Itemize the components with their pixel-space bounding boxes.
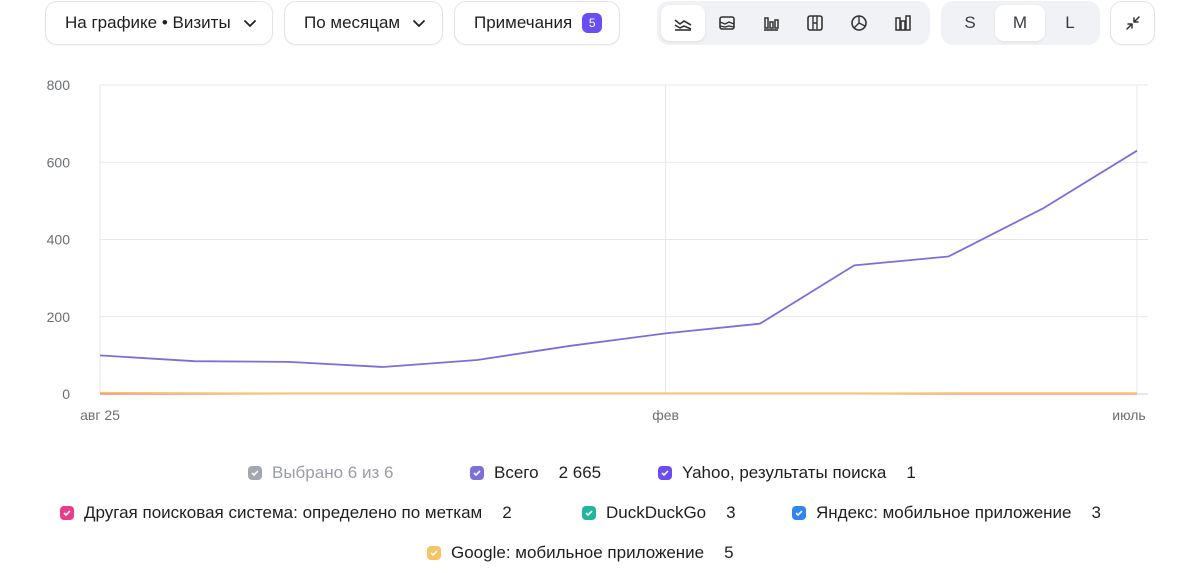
pie-chart-icon[interactable] [837, 5, 881, 41]
legend-item[interactable]: Яндекс: мобильное приложение 3 [792, 503, 1101, 523]
chevron-down-icon [413, 20, 426, 27]
collapse-icon [1125, 16, 1140, 30]
x-tick-label: фев [652, 407, 679, 423]
period-dropdown[interactable]: По месяцам [284, 1, 443, 45]
notes-label: Примечания [474, 13, 573, 32]
notes-button[interactable]: Примечания 5 [454, 1, 620, 45]
legend-count: 5 [724, 543, 734, 562]
legend-label: Yahoo, результаты поиска [682, 463, 887, 482]
stacked-area-icon[interactable] [705, 5, 749, 41]
notes-count-badge: 5 [582, 13, 603, 33]
chart-metric-label: На графике • Визиты [65, 13, 231, 32]
series-line [99, 149, 1138, 368]
y-tick-label: 0 [62, 386, 70, 402]
column-chart-icon[interactable] [881, 5, 925, 41]
size-l-button[interactable]: L [1045, 5, 1095, 41]
series-line [99, 391, 1137, 395]
chevron-down-icon [243, 20, 256, 27]
y-tick-label: 400 [47, 232, 71, 248]
legend-selected-label: Выбрано 6 из 6 [272, 463, 394, 482]
period-label: По месяцам [304, 13, 401, 32]
table-chart-icon[interactable] [793, 5, 837, 41]
legend-count: 2 [502, 503, 512, 522]
legend-item[interactable]: Всего 2 665 [470, 463, 601, 483]
checkbox-icon [792, 506, 806, 520]
legend-item[interactable]: Yahoo, результаты поиска 1 [658, 463, 916, 483]
chart-metric-dropdown[interactable]: На графике • Визиты [45, 1, 273, 45]
legend-count: 3 [726, 503, 736, 522]
y-tick-label: 200 [47, 309, 71, 325]
legend-label: Яндекс: мобильное приложение [816, 503, 1072, 522]
y-tick-label: 800 [47, 77, 71, 93]
legend-item[interactable]: Google: мобильное приложение 5 [427, 543, 734, 563]
legend-count: 1 [906, 463, 916, 482]
chart-type-switcher [657, 1, 930, 45]
checkbox-icon [427, 546, 441, 560]
visits-line-chart: 0 200 400 600 800 авг 25 фев июль [47, 77, 1148, 423]
checkbox-icon [658, 466, 672, 480]
checkbox-icon [248, 466, 262, 480]
legend-item[interactable]: Другая поисковая система: определено по … [60, 503, 512, 523]
y-tick-label: 600 [47, 154, 71, 170]
size-m-button[interactable]: M [995, 5, 1045, 41]
legend-label: Google: мобильное приложение [451, 543, 705, 562]
size-s-button[interactable]: S [945, 5, 995, 41]
checkbox-icon [582, 506, 596, 520]
legend-count: 3 [1091, 503, 1101, 522]
line-chart-icon[interactable] [661, 5, 705, 41]
legend-count: 2 665 [558, 463, 602, 482]
legend-item[interactable]: DuckDuckGo 3 [582, 503, 736, 523]
x-tick-label: авг 25 [80, 407, 120, 423]
checkbox-icon [60, 506, 74, 520]
x-tick-label: июль [1112, 407, 1145, 423]
legend-label: Всего [494, 463, 539, 482]
legend-select-all[interactable]: Выбрано 6 из 6 [248, 463, 393, 483]
bar-chart-icon[interactable] [749, 5, 793, 41]
chart-size-switcher: S M L [941, 1, 1100, 45]
legend-label: DuckDuckGo [606, 503, 707, 522]
collapse-button[interactable] [1110, 1, 1155, 45]
legend-label: Другая поисковая система: определено по … [84, 503, 483, 522]
checkbox-icon [470, 466, 484, 480]
